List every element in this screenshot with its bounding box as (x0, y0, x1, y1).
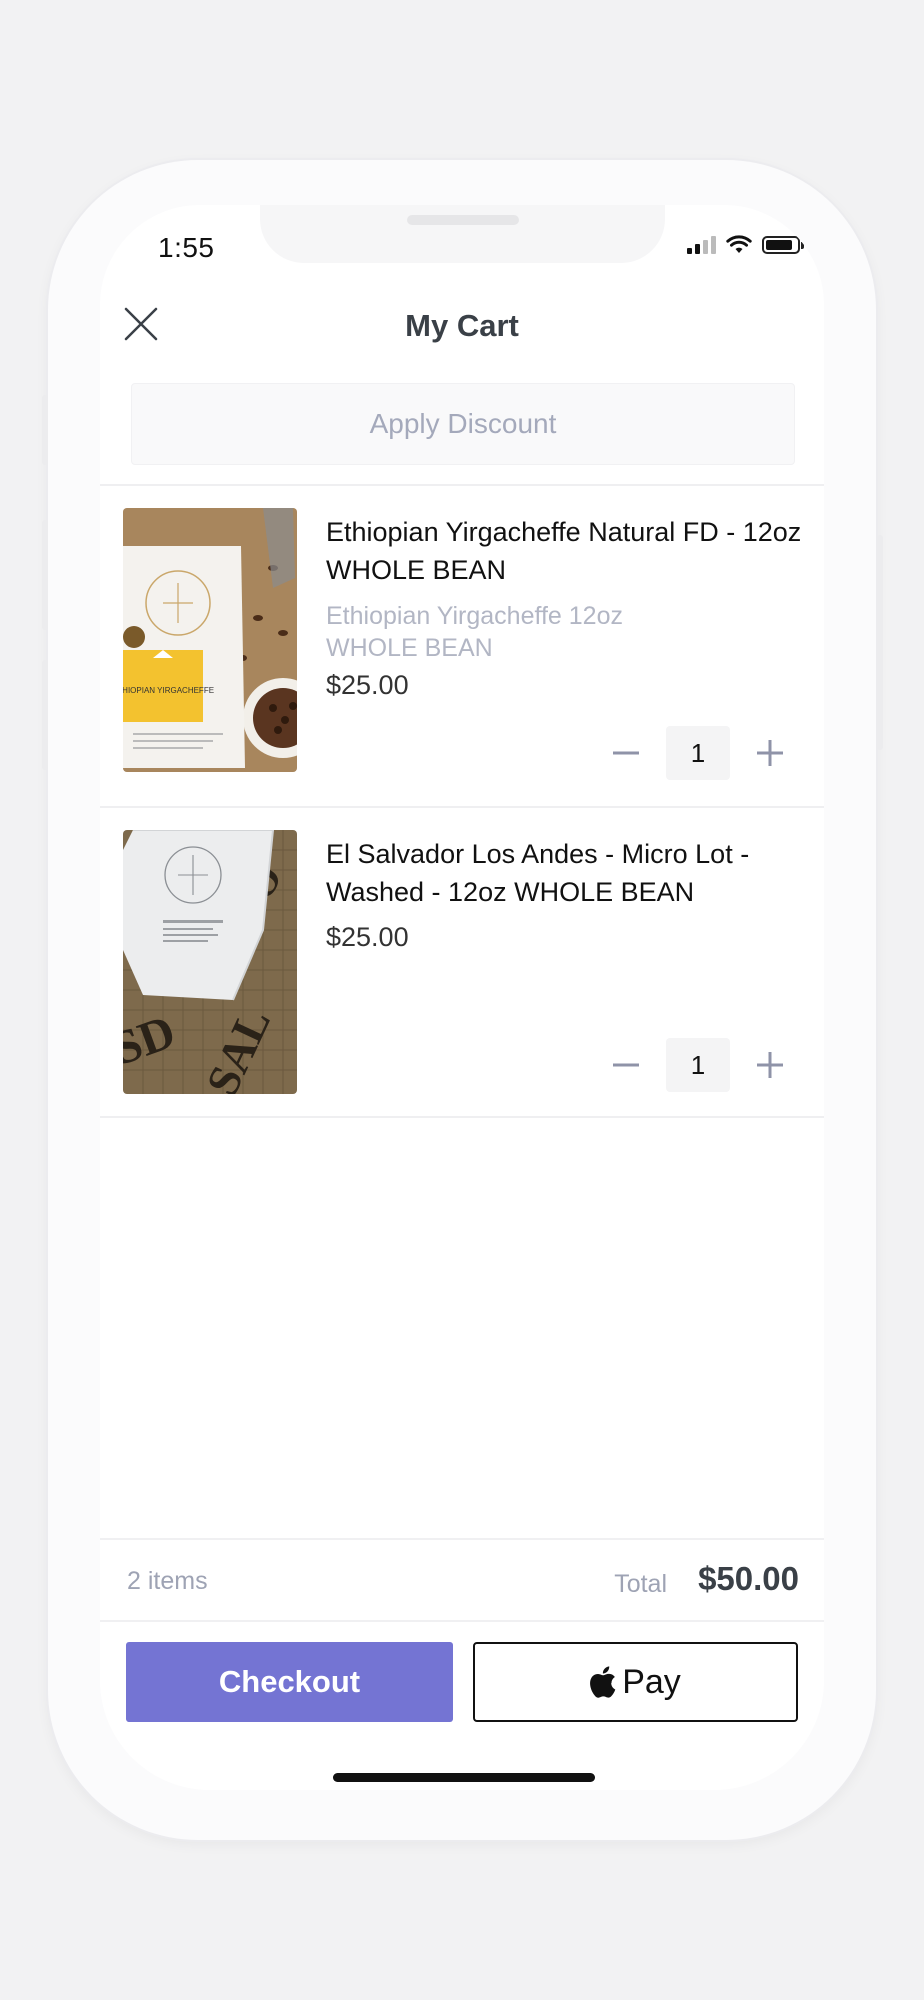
increase-quantity-button[interactable] (750, 1045, 790, 1085)
speaker (407, 215, 519, 225)
item-name: El Salvador Los Andes - Micro Lot - Wash… (326, 839, 750, 907)
battery-icon (762, 236, 804, 254)
side-button (42, 660, 48, 770)
quantity-stepper: 1 (606, 1038, 790, 1092)
status-time: 1:55 (158, 232, 215, 263)
product-image: SD SAL DO (123, 830, 297, 1094)
cart-footer: 2 items Total $50.00 Checkout Pay (100, 1538, 824, 1790)
total-label: Total (614, 1570, 667, 1598)
signal-icon (687, 236, 716, 254)
total-value: $50.00 (698, 1560, 799, 1597)
plus-icon (757, 1052, 783, 1078)
apply-discount-button[interactable]: Apply Discount (131, 383, 795, 465)
page-title: My Cart (405, 308, 519, 343)
cart-item: SD SAL DO El Salvador Los Andes - Micro … (100, 830, 824, 1110)
status-icons (687, 235, 804, 255)
item-price: $25.00 (326, 922, 409, 952)
apple-pay-button[interactable]: Pay (473, 1642, 798, 1722)
quantity-value[interactable]: 1 (666, 726, 730, 780)
divider (100, 484, 824, 486)
home-indicator (333, 1773, 595, 1782)
cart-item: ETHIOPIAN YIRGACHEFFE Ethiopian Yirgache… (100, 508, 824, 788)
increase-quantity-button[interactable] (750, 733, 790, 773)
item-variant: Ethiopian Yirgacheffe 12oz WHOLE BEAN (326, 602, 623, 662)
minus-icon (613, 1063, 639, 1067)
divider (100, 1116, 824, 1118)
plus-icon (757, 740, 783, 766)
quantity-value[interactable]: 1 (666, 1038, 730, 1092)
divider (100, 1620, 824, 1622)
divider (100, 806, 824, 808)
item-price: $25.00 (326, 670, 409, 700)
wifi-icon (726, 235, 752, 253)
side-button (42, 520, 48, 630)
checkout-button[interactable]: Checkout (126, 1642, 453, 1722)
minus-icon (613, 751, 639, 755)
product-label-text: ETHIOPIAN YIRGACHEFFE (123, 686, 214, 695)
item-name: Ethiopian Yirgacheffe Natural FD - 12oz … (326, 517, 802, 585)
items-count: 2 items (127, 1567, 208, 1595)
apple-icon (590, 1666, 616, 1698)
side-button (877, 535, 883, 750)
quantity-stepper: 1 (606, 726, 790, 780)
app-screen: 1:55 My Cart Apply Discount HIOPIAN YIRG… (100, 205, 824, 1790)
product-image: ETHIOPIAN YIRGACHEFFE (123, 508, 297, 772)
notch (260, 205, 665, 263)
apple-pay-label: Pay (622, 1662, 681, 1701)
decrease-quantity-button[interactable] (606, 1045, 646, 1085)
decrease-quantity-button[interactable] (606, 733, 646, 773)
side-button (42, 395, 48, 465)
